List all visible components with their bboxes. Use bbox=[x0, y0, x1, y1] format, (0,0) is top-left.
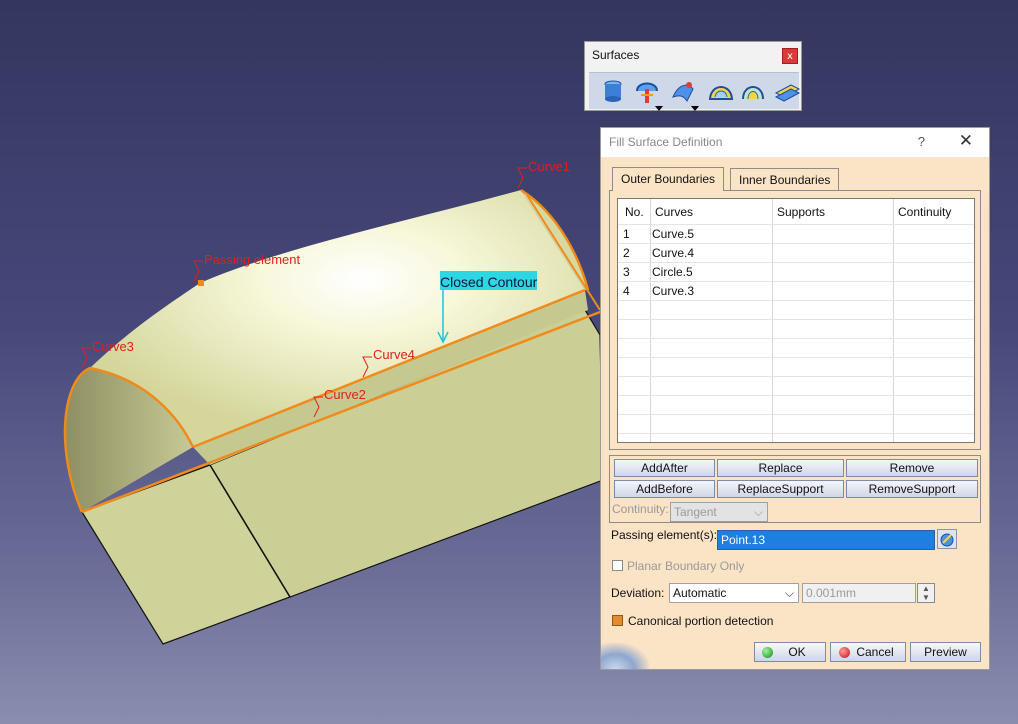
replace-button[interactable]: Replace bbox=[717, 459, 844, 477]
tab-inner-boundaries[interactable]: Inner Boundaries bbox=[730, 168, 840, 190]
table-row-no[interactable]: 4 bbox=[618, 282, 630, 301]
deviation-label: Deviation: bbox=[611, 586, 665, 600]
chevron-down-icon: ⌵ bbox=[753, 505, 763, 519]
add-before-button[interactable]: AddBefore bbox=[614, 480, 715, 498]
passing-elements-field[interactable]: Point.13 bbox=[717, 530, 935, 550]
table-row-curve[interactable]: Circle.5 bbox=[647, 263, 693, 282]
canonical-portion-label: Canonical portion detection bbox=[628, 614, 774, 628]
toolbar-row bbox=[589, 72, 801, 111]
offset-icon[interactable] bbox=[773, 77, 801, 105]
toolbar-title: Surfaces bbox=[592, 48, 640, 62]
extrude-icon[interactable] bbox=[599, 77, 627, 105]
column-header-no[interactable]: No. bbox=[620, 201, 644, 223]
edit-list-icon[interactable] bbox=[937, 529, 957, 549]
cancel-label: Cancel bbox=[856, 645, 894, 659]
dialog-title: Fill Surface Definition bbox=[609, 135, 723, 149]
column-header-curves[interactable]: Curves bbox=[650, 201, 693, 223]
table-row-curve[interactable]: Curve.3 bbox=[647, 282, 694, 301]
passing-point[interactable] bbox=[198, 280, 204, 286]
fill-surface-dialog: Fill Surface Definition ? ✕ Outer Bounda… bbox=[600, 127, 990, 670]
preview-button[interactable]: Preview bbox=[910, 642, 981, 662]
table-row-no[interactable]: 1 bbox=[618, 225, 630, 244]
passing-leader bbox=[193, 260, 203, 282]
column-header-continuity[interactable]: Continuity bbox=[893, 201, 951, 223]
table-row-no[interactable]: 3 bbox=[618, 263, 630, 282]
curve1-label: Curve1 bbox=[528, 159, 570, 174]
curve3-label: Curve3 bbox=[92, 339, 134, 354]
revolve-icon[interactable] bbox=[633, 77, 663, 111]
column-header-supports[interactable]: Supports bbox=[772, 201, 825, 223]
closed-contour-label: Closed Contour bbox=[440, 274, 538, 290]
continuity-select[interactable]: Tangent ⌵ bbox=[670, 502, 768, 522]
cancel-button[interactable]: Cancel bbox=[830, 642, 906, 662]
fill-icon[interactable] bbox=[707, 77, 735, 105]
deviation-mode-select[interactable]: Automatic ⌵ bbox=[669, 583, 799, 603]
boundaries-table[interactable]: No. Curves Supports Continuity 1 Curve.5… bbox=[617, 198, 975, 443]
continuity-label: Continuity: bbox=[612, 502, 669, 516]
curve4-label: Curve4 bbox=[373, 347, 415, 362]
planar-boundary-label: Planar Boundary Only bbox=[627, 559, 745, 573]
dialog-titlebar[interactable]: Fill Surface Definition ? ✕ bbox=[601, 128, 989, 157]
table-row-curve[interactable]: Curve.5 bbox=[647, 225, 694, 244]
deviation-mode-value: Automatic bbox=[673, 586, 727, 600]
curve1-leader bbox=[517, 167, 527, 189]
remove-button[interactable]: Remove bbox=[846, 459, 978, 477]
help-button[interactable]: ? bbox=[918, 134, 925, 149]
planar-boundary-checkbox[interactable] bbox=[612, 560, 623, 571]
ok-label: OK bbox=[788, 645, 806, 659]
curve2-label: Curve2 bbox=[324, 387, 366, 402]
blend-icon[interactable] bbox=[739, 77, 767, 105]
passing-element-label: Passing element bbox=[204, 252, 300, 267]
remove-support-button[interactable]: RemoveSupport bbox=[846, 480, 978, 498]
deviation-value-field[interactable]: 0.001mm bbox=[802, 583, 916, 603]
tab-outer-boundaries[interactable]: Outer Boundaries bbox=[612, 167, 725, 191]
deviation-spinner[interactable]: ▲ ▼ bbox=[917, 583, 935, 603]
surfaces-toolbar[interactable]: Surfaces x bbox=[584, 41, 802, 111]
ok-icon bbox=[762, 647, 773, 658]
toolbar-close-button[interactable]: x bbox=[782, 48, 798, 64]
catia-logo bbox=[601, 643, 649, 669]
add-after-button[interactable]: AddAfter bbox=[614, 459, 715, 477]
table-row-no[interactable]: 2 bbox=[618, 244, 630, 263]
continuity-value: Tangent bbox=[674, 505, 717, 519]
table-row-curve[interactable]: Curve.4 bbox=[647, 244, 694, 263]
passing-elements-label: Passing element(s): bbox=[611, 528, 718, 542]
cancel-icon bbox=[839, 647, 850, 658]
canonical-portion-checkbox[interactable] bbox=[612, 615, 623, 626]
chevron-down-icon: ⌵ bbox=[784, 586, 794, 600]
sweep-icon[interactable] bbox=[669, 77, 699, 111]
close-button[interactable]: ✕ bbox=[959, 131, 973, 151]
ok-button[interactable]: OK bbox=[754, 642, 826, 662]
replace-support-button[interactable]: ReplaceSupport bbox=[717, 480, 844, 498]
curve3-leader bbox=[81, 347, 91, 369]
